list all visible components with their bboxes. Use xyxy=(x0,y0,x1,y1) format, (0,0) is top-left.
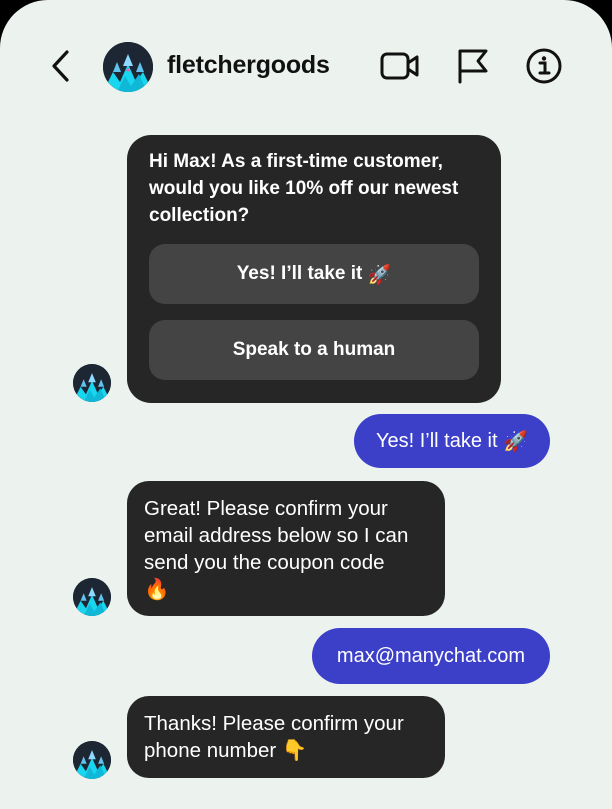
brand-logo-icon xyxy=(73,578,111,616)
message-text: Thanks! Please confirm your phone number xyxy=(144,712,404,762)
brand-logo-icon xyxy=(73,741,111,779)
video-call-button[interactable] xyxy=(380,46,420,86)
quick-reply-label: Speak to a human xyxy=(232,339,396,360)
profile-avatar[interactable] xyxy=(103,42,153,92)
flag-icon xyxy=(458,49,488,84)
report-button[interactable] xyxy=(453,46,493,86)
sender-avatar xyxy=(73,578,111,616)
info-button[interactable] xyxy=(524,46,564,86)
chat-screen: fletchergoods Hi Max! As a first-time cu… xyxy=(0,0,612,809)
video-camera-icon xyxy=(380,52,419,80)
quick-reply-label: Yes! I’ll take it xyxy=(236,263,363,284)
brand-logo-icon xyxy=(103,42,153,92)
incoming-message: Great! Please confirm your email address… xyxy=(127,481,445,616)
quick-reply-button[interactable]: Speak to a human xyxy=(149,320,479,380)
back-button[interactable] xyxy=(44,46,78,86)
brand-logo-icon xyxy=(73,364,111,402)
sender-avatar xyxy=(73,741,111,779)
chat-header: fletchergoods xyxy=(0,0,612,120)
fire-emoji: 🔥 xyxy=(144,577,170,601)
incoming-message: Thanks! Please confirm your phone number… xyxy=(127,696,445,778)
pointing-down-emoji: 👇 xyxy=(281,738,308,762)
message-text: Hi Max! As a first-time customer, would … xyxy=(149,151,459,226)
rocket-emoji: 🚀 xyxy=(367,263,392,286)
chevron-left-icon xyxy=(52,50,69,82)
message-text: Yes! I’ll take it xyxy=(375,429,498,452)
message-text: Great! Please confirm your email address… xyxy=(144,497,409,574)
outgoing-message: max@manychat.com xyxy=(312,628,550,684)
outgoing-message: Yes! I’ll take it 🚀 xyxy=(354,414,550,468)
incoming-message-card: Hi Max! As a first-time customer, would … xyxy=(127,135,501,403)
message-text: max@manychat.com xyxy=(336,644,526,667)
chat-username[interactable]: fletchergoods xyxy=(167,51,330,80)
sender-avatar xyxy=(73,364,111,402)
rocket-emoji: 🚀 xyxy=(503,429,528,453)
quick-reply-button[interactable]: Yes! I’ll take it 🚀 xyxy=(149,244,479,304)
info-icon xyxy=(526,48,562,84)
